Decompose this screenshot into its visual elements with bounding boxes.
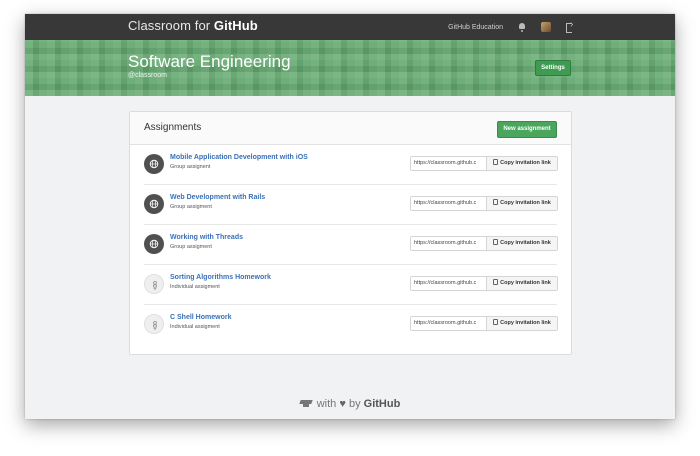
- assignment-type: Group assignent: [170, 164, 211, 170]
- clipboard-icon: [493, 159, 499, 165]
- assignment-type: Individual assigment: [170, 324, 220, 330]
- invitation-link-group: https://classroom.github.c Copy invitati…: [410, 196, 558, 211]
- github-education-link[interactable]: GitHub Education: [448, 24, 503, 31]
- invitation-link-group: https://classroom.github.c Copy invitati…: [410, 316, 558, 331]
- brand-logo[interactable]: Classroom for GitHub: [128, 18, 258, 33]
- top-navbar: Classroom for GitHub GitHub Education: [25, 14, 675, 40]
- assignment-title-link[interactable]: Sorting Algorithms Homework: [170, 274, 271, 281]
- bell-icon[interactable]: [517, 22, 527, 32]
- copy-invitation-link-button[interactable]: Copy invitation link: [487, 197, 557, 210]
- invitation-link-group: https://classroom.github.c Copy invitati…: [410, 276, 558, 291]
- heart-icon: ♥: [339, 398, 346, 410]
- clipboard-icon: [493, 319, 499, 325]
- clipboard-icon: [493, 199, 499, 205]
- avatar[interactable]: [541, 22, 551, 32]
- assignment-row: Web Development with Rails Group assigme…: [144, 185, 558, 225]
- assignments-panel: Assignments New assignment Mobile Applic…: [129, 111, 572, 355]
- assignment-row: Working with Threads Group assigment htt…: [144, 225, 558, 265]
- invitation-link-input[interactable]: https://classroom.github.c: [411, 277, 487, 290]
- copy-invitation-link-button[interactable]: Copy invitation link: [487, 237, 557, 250]
- invitation-link-group: https://classroom.github.c Copy invitati…: [410, 236, 558, 251]
- page-title: Software Engineering: [128, 52, 291, 71]
- invitation-link-input[interactable]: https://classroom.github.c: [411, 157, 487, 170]
- invitation-link-group: https://classroom.github.c Copy invitati…: [410, 156, 558, 171]
- assignment-type: Group assigment: [170, 244, 212, 250]
- assignment-row: Mobile Application Development with iOS …: [144, 145, 558, 185]
- group-icon: [144, 194, 164, 214]
- org-handle: @classroom: [128, 72, 168, 79]
- panel-header: Assignments New assignment: [130, 112, 571, 145]
- copy-invitation-link-button[interactable]: Copy invitation link: [487, 317, 557, 330]
- assignment-title-link[interactable]: Web Development with Rails: [170, 194, 265, 201]
- graduation-cap-icon: [300, 399, 312, 407]
- footer: with ♥ by GitHub: [25, 398, 675, 410]
- invitation-link-input[interactable]: https://classroom.github.c: [411, 197, 487, 210]
- new-assignment-button[interactable]: New assignment: [497, 121, 557, 138]
- settings-button[interactable]: Settings: [535, 60, 571, 76]
- group-icon: [144, 154, 164, 174]
- footer-github-link[interactable]: GitHub: [364, 398, 401, 410]
- assignment-row: Sorting Algorithms Homework Individual a…: [144, 265, 558, 305]
- person-icon: [144, 274, 164, 294]
- nav-right: GitHub Education: [448, 14, 575, 40]
- assignment-title-link[interactable]: Working with Threads: [170, 234, 243, 241]
- assignment-title-link[interactable]: Mobile Application Development with iOS: [170, 154, 308, 161]
- invitation-link-input[interactable]: https://classroom.github.c: [411, 317, 487, 330]
- assignment-list: Mobile Application Development with iOS …: [130, 145, 571, 344]
- copy-invitation-link-button[interactable]: Copy invitation link: [487, 277, 557, 290]
- panel-title: Assignments: [144, 122, 202, 133]
- assignment-row: C Shell Homework Individual assigment ht…: [144, 305, 558, 344]
- invitation-link-input[interactable]: https://classroom.github.c: [411, 237, 487, 250]
- copy-invitation-link-button[interactable]: Copy invitation link: [487, 157, 557, 170]
- assignment-title-link[interactable]: C Shell Homework: [170, 314, 231, 321]
- assignment-type: Individual assigment: [170, 284, 220, 290]
- course-banner: Software Engineering @classroom Settings: [25, 40, 675, 96]
- clipboard-icon: [493, 239, 499, 245]
- sign-out-icon[interactable]: [565, 19, 575, 33]
- group-icon: [144, 234, 164, 254]
- assignment-type: Group assigment: [170, 204, 212, 210]
- clipboard-icon: [493, 279, 499, 285]
- person-icon: [144, 314, 164, 334]
- browser-window: Classroom for GitHub GitHub Education So…: [25, 14, 675, 419]
